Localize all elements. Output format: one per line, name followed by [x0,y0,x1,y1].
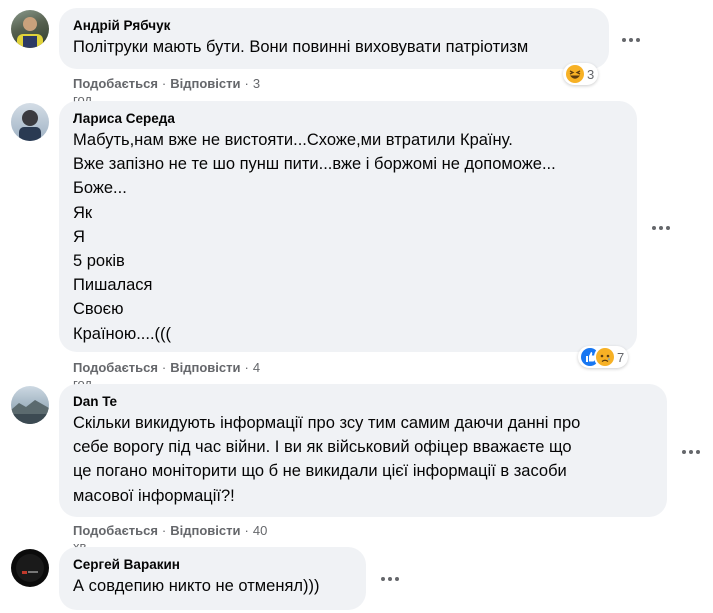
comment-author[interactable]: Андрій Рябчук [73,17,597,35]
comment-text: Скільки викидують інформації про зсу тим… [73,414,581,505]
dot-icon [696,450,700,454]
dot-icon [629,38,633,42]
comment-bubble: Андрій Рябчук Політруки мають бути. Вони… [59,8,609,69]
avatar[interactable] [11,103,49,141]
comment-author[interactable]: Лариса Середа [73,110,625,128]
separator: · [244,76,249,91]
reply-link[interactable]: Відповісти [170,360,240,375]
like-link[interactable]: Подобається [73,360,158,375]
separator: · [161,523,167,538]
comment-bubble: Лариса Середа Мабуть,нам вже не вистояти… [59,101,637,352]
comment-bubble: Dan Te Скільки викидують інформації про … [59,384,667,517]
comment-text: А совдепию никто не отменял))) [73,577,320,595]
dot-icon [666,226,670,230]
reply-link[interactable]: Відповісти [170,76,240,91]
sad-icon [596,348,614,366]
dot-icon [388,577,392,581]
reply-link[interactable]: Відповісти [170,523,240,538]
reaction-count: 3 [587,66,595,82]
avatar-photo [19,110,41,141]
avatar[interactable] [11,549,49,587]
avatar-photo [16,554,44,582]
separator: · [161,76,167,91]
more-options-button[interactable] [647,218,675,238]
avatar[interactable] [11,386,49,424]
comment-author[interactable]: Сергей Варакин [73,556,354,574]
avatar-photo [11,400,49,424]
dot-icon [659,226,663,230]
like-link[interactable]: Подобається [73,523,158,538]
avatar-photo [17,17,43,48]
comment-author[interactable]: Dan Te [73,393,655,411]
reaction-count: 7 [617,349,625,365]
dot-icon [682,450,686,454]
like-link[interactable]: Подобається [73,76,158,91]
dot-icon [381,577,385,581]
more-options-button[interactable] [677,442,705,462]
dot-icon [636,38,640,42]
separator: · [244,523,249,538]
dot-icon [395,577,399,581]
dot-icon [652,226,656,230]
dot-icon [689,450,693,454]
dot-icon [622,38,626,42]
reactions-badge[interactable]: 3 [563,63,599,85]
more-options-button[interactable] [617,30,645,50]
comment-bubble: Сергей Варакин А совдепию никто не отмен… [59,547,366,610]
comment-text: Політруки мають бути. Вони повинні вихов… [73,38,529,56]
separator: · [161,360,167,375]
haha-icon [566,65,584,83]
reactions-badge[interactable]: 7 [578,346,629,368]
comment-text: Мабуть,нам вже не вистояти...Схоже,ми вт… [73,131,556,343]
avatar[interactable] [11,10,49,48]
more-options-button[interactable] [376,569,404,589]
separator: · [244,360,249,375]
